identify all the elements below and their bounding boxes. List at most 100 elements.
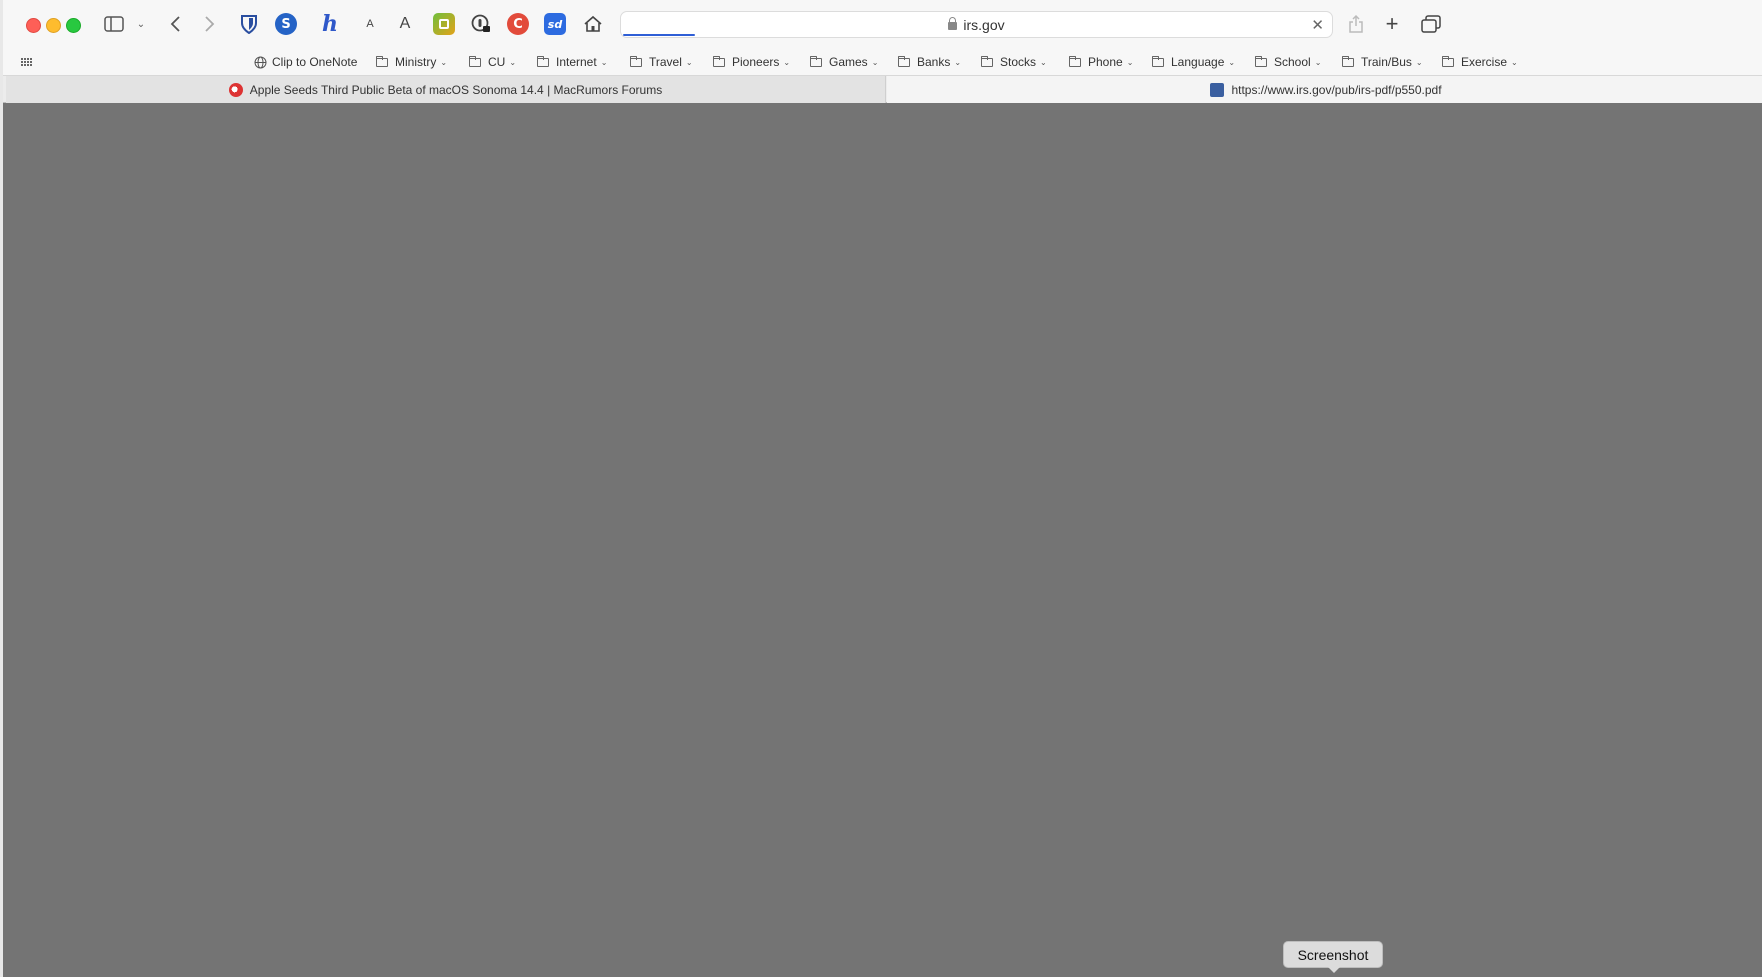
bookmark-folder-label: Exercise (1461, 55, 1508, 69)
grid-icon (21, 57, 32, 66)
home-button[interactable] (582, 12, 604, 36)
font-small-label: A (366, 18, 374, 30)
chevron-left-icon (170, 16, 180, 32)
address-text[interactable]: irs.gov (621, 17, 1332, 33)
tab-title: https://www.irs.gov/pub/irs-pdf/p550.pdf (1231, 82, 1442, 97)
address-url: irs.gov (963, 17, 1005, 33)
folder-icon (898, 55, 910, 67)
bookmark-folder-exercise[interactable]: Exercise ⌄ (1442, 54, 1518, 70)
minimize-window-button[interactable] (46, 18, 61, 33)
tab-overview-button[interactable] (1420, 12, 1442, 36)
chevron-down-icon: ⌄ (1040, 57, 1047, 67)
bookmark-folder-label: Internet (556, 55, 597, 69)
bookmark-folder-train-bus[interactable]: Train/Bus ⌄ (1342, 54, 1423, 70)
folder-icon (376, 55, 388, 67)
decrease-font-button[interactable]: A (364, 12, 376, 36)
folder-icon (469, 55, 481, 67)
irs-icon (1210, 82, 1225, 97)
bookmark-folder-ministry[interactable]: Ministry ⌄ (376, 54, 447, 70)
new-tab-button[interactable]: + (1382, 11, 1402, 36)
folder-icon (1442, 55, 1454, 67)
increase-font-button[interactable]: A (398, 12, 412, 36)
shield-icon (241, 15, 257, 34)
onepassword-extension-button[interactable] (470, 12, 492, 36)
back-button[interactable] (165, 12, 185, 36)
sidebar-toggle-button[interactable] (103, 12, 125, 36)
bookmark-folder-label: Language (1171, 55, 1225, 69)
screenshot-tooltip: Screenshot (1283, 941, 1383, 973)
chevron-down-icon: ⌄ (1314, 57, 1322, 67)
bookmark-folder-cu[interactable]: CU ⌄ (469, 54, 516, 70)
chevron-down-icon: ⌄ (600, 57, 608, 67)
tooltip-text: Screenshot (1297, 946, 1369, 963)
chevron-down-icon: ⌄ (1511, 57, 1518, 67)
bookmark-clip-to-onenote[interactable]: Clip to OneNote (254, 54, 357, 70)
chevron-down-icon: ⌄ (440, 57, 448, 67)
h-extension-button[interactable]: h (319, 11, 341, 37)
bookmark-folder-label: Pioneers (732, 55, 780, 69)
bookmark-folder-stocks[interactable]: Stocks ⌄ (981, 54, 1047, 70)
forward-button[interactable] (200, 12, 220, 36)
bookmark-folder-phone[interactable]: Phone ⌄ (1069, 54, 1133, 70)
sidebar-icon (104, 16, 124, 32)
bookmark-folder-label: Ministry (395, 55, 437, 69)
bookmarks-bar: Clip to OneNote Ministry ⌄ CU ⌄ Internet ⌄ … (3, 48, 1762, 75)
bitwarden-extension-button[interactable] (238, 12, 260, 36)
folder-icon (1069, 55, 1081, 67)
tab-overview-icon (1421, 15, 1441, 33)
tab-bar: Apple Seeds Third Public Beta of macOS S… (3, 75, 1762, 103)
chevron-down-icon: ⌄ (685, 57, 693, 67)
image-extension-button[interactable] (433, 13, 455, 35)
share-button[interactable] (1346, 12, 1366, 36)
bookmark-folder-label: Phone (1088, 55, 1123, 69)
chevron-down-icon: ⌄ (783, 57, 791, 67)
show-all-bookmarks-button[interactable] (21, 54, 33, 70)
zoom-window-button[interactable] (66, 18, 81, 33)
picture-icon (439, 19, 449, 29)
tab-irs-pdf[interactable]: https://www.irs.gov/pub/irs-pdf/p550.pdf (887, 76, 1762, 103)
chevron-down-icon: ⌄ (1415, 57, 1423, 67)
bookmark-folder-label: School (1274, 55, 1311, 69)
folder-icon (1342, 55, 1354, 67)
share-icon (1349, 14, 1363, 33)
page-content-area (3, 103, 1762, 977)
bookmark-folder-language[interactable]: Language ⌄ (1152, 54, 1235, 70)
home-icon (584, 15, 602, 32)
bookmark-folder-label: Train/Bus (1361, 55, 1412, 69)
key-lock-icon (471, 14, 490, 32)
tab-macrumors[interactable]: Apple Seeds Third Public Beta of macOS S… (6, 76, 886, 103)
bookmark-folder-school[interactable]: School ⌄ (1255, 54, 1321, 70)
sd-extension-button[interactable]: sd (544, 13, 566, 35)
folder-icon (1152, 55, 1164, 67)
chevron-right-icon (205, 16, 215, 32)
browser-window: ⌄ S h A A C sd irs.gov ✕ + Clip to OneNo… (0, 0, 1762, 977)
c-extension-button[interactable]: C (507, 13, 529, 35)
bookmark-folder-label: Games (829, 55, 868, 69)
close-icon: ✕ (1311, 17, 1324, 34)
s-extension-label: S (281, 16, 291, 32)
bookmark-folder-games[interactable]: Games ⌄ (810, 54, 878, 70)
browser-toolbar: ⌄ S h A A C sd irs.gov ✕ + (3, 0, 1762, 48)
folder-icon (537, 55, 549, 67)
bookmark-folder-label: Stocks (1000, 55, 1037, 69)
folder-icon (630, 55, 642, 67)
bookmark-folder-banks[interactable]: Banks ⌄ (898, 54, 961, 70)
bookmark-folder-internet[interactable]: Internet ⌄ (537, 54, 607, 70)
c-extension-label: C (513, 16, 523, 32)
chevron-down-icon: ⌄ (954, 57, 962, 67)
bookmark-label: Clip to OneNote (272, 55, 358, 69)
bookmark-folder-travel[interactable]: Travel ⌄ (630, 54, 693, 70)
address-bar[interactable]: irs.gov ✕ (620, 11, 1333, 38)
folder-icon (713, 55, 725, 67)
s-extension-button[interactable]: S (275, 13, 297, 35)
close-window-button[interactable] (26, 18, 41, 33)
page-load-progress (623, 34, 695, 36)
bookmark-folder-label: CU (488, 55, 506, 69)
chevron-down-icon: ⌄ (871, 57, 879, 67)
macrumors-icon (228, 82, 243, 97)
chevron-down-icon: ⌄ (1126, 57, 1134, 67)
bookmark-folder-pioneers[interactable]: Pioneers ⌄ (713, 54, 790, 70)
sidebar-menu-chevron[interactable]: ⌄ (134, 12, 148, 36)
stop-loading-button[interactable]: ✕ (1311, 16, 1324, 34)
lock-icon (948, 17, 958, 30)
